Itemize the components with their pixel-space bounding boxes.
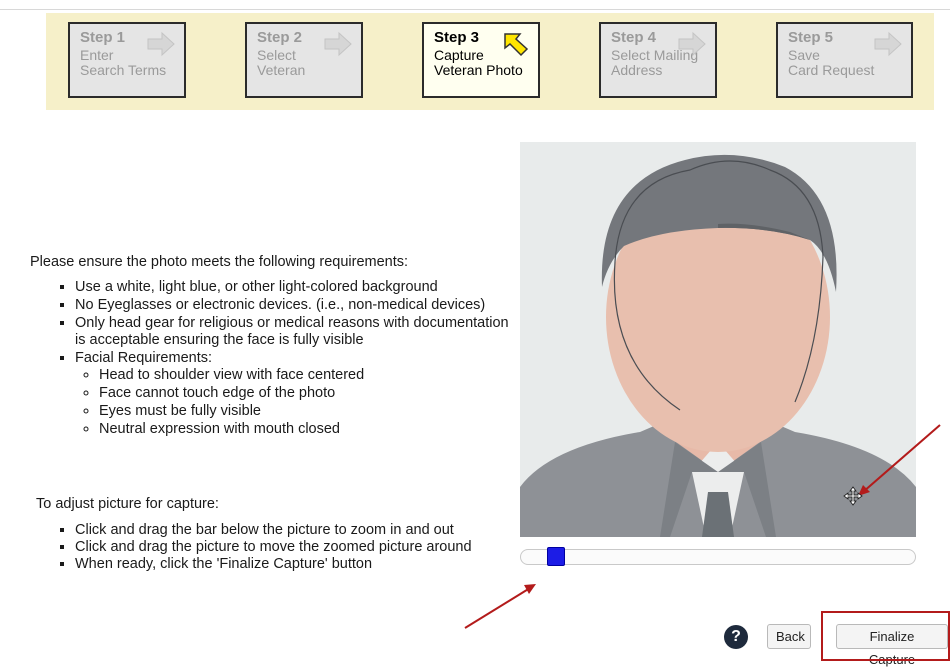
facial-requirements-heading: Facial Requirements:: [75, 350, 212, 366]
step-1[interactable]: Step 1 Enter Search Terms: [68, 22, 186, 98]
list-item: When ready, click the 'Finalize Capture'…: [75, 556, 516, 573]
list-item: Eyes must be fully visible: [99, 403, 510, 420]
list-item: Click and drag the picture to move the z…: [75, 539, 516, 556]
veteran-photo[interactable]: [520, 142, 916, 537]
right-arrow-icon: [324, 31, 352, 57]
pointer-arrow-icon: [504, 33, 529, 57]
wizard-steps-bar: Step 1 Enter Search Terms Step 2 Select …: [46, 13, 934, 110]
list-item: Facial Requirements: Head to shoulder vi…: [75, 350, 510, 438]
list-item: Use a white, light blue, or other light-…: [75, 279, 510, 296]
step-label: Address: [611, 62, 663, 78]
list-item: No Eyeglasses or electronic devices. (i.…: [75, 297, 510, 314]
step-label: Card Request: [788, 62, 875, 78]
photo-requirements: Please ensure the photo meets the follow…: [30, 254, 510, 439]
list-item: Face cannot touch edge of the photo: [99, 385, 510, 402]
step-label: Veteran Photo: [434, 62, 523, 78]
right-arrow-icon: [678, 31, 706, 57]
step-label: Search Terms: [80, 62, 167, 78]
step-3[interactable]: Step 3 Capture Veteran Photo: [422, 22, 540, 98]
adjust-intro: To adjust picture for capture:: [36, 496, 219, 512]
step-4[interactable]: Step 4 Select Mailing Address: [599, 22, 717, 98]
facial-requirements-list: Head to shoulder view with face centered…: [75, 367, 510, 438]
step-label: Veteran: [257, 62, 306, 78]
adjust-list: Click and drag the bar below the picture…: [36, 522, 516, 573]
list-item: Only head gear for religious or medical …: [75, 315, 510, 349]
right-arrow-icon: [147, 31, 175, 57]
help-icon[interactable]: ?: [724, 625, 748, 649]
requirements-intro: Please ensure the photo meets the follow…: [30, 254, 409, 270]
step-2[interactable]: Step 2 Select Veteran: [245, 22, 363, 98]
top-divider: [0, 9, 950, 10]
right-arrow-icon: [874, 31, 902, 57]
requirements-list: Use a white, light blue, or other light-…: [30, 279, 510, 438]
adjust-instructions: To adjust picture for capture: Click and…: [36, 496, 516, 573]
list-item: Click and drag the bar below the picture…: [75, 522, 516, 539]
zoom-slider-handle[interactable]: [547, 547, 565, 566]
photo-placeholder-silhouette: [520, 142, 916, 537]
back-button[interactable]: Back: [767, 624, 811, 649]
annotation-arrow: [464, 584, 536, 629]
step-5[interactable]: Step 5 Save Card Request: [776, 22, 913, 98]
finalize-highlight-box: [821, 611, 950, 661]
list-item: Head to shoulder view with face centered: [99, 367, 510, 384]
list-item: Neutral expression with mouth closed: [99, 421, 510, 438]
zoom-slider[interactable]: [520, 547, 916, 566]
